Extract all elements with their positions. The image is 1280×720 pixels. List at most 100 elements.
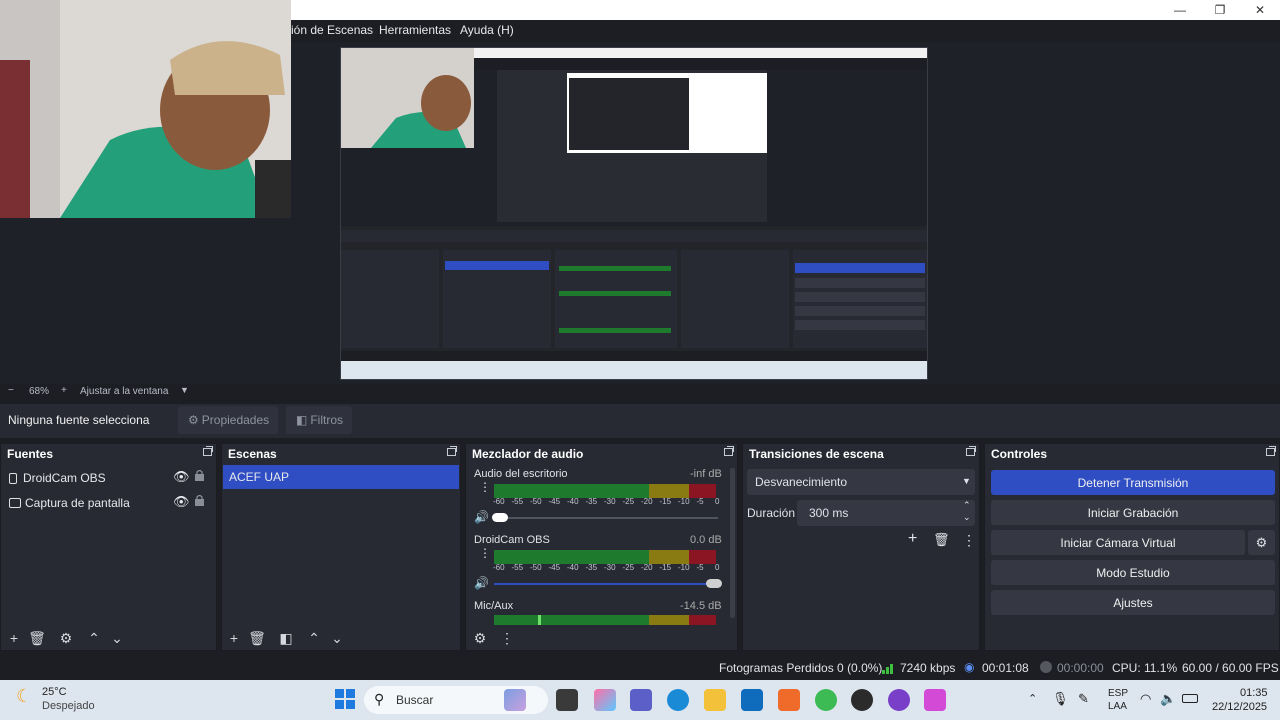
transitions-dock: Transiciones de escena Desvanecimiento ▼… xyxy=(742,443,980,651)
undock-icon[interactable] xyxy=(1266,446,1276,456)
source-item-screen-capture[interactable]: Captura de pantalla 👁 xyxy=(5,491,213,515)
speaker-icon[interactable]: 🔊 xyxy=(474,576,489,590)
copilot-icon[interactable] xyxy=(594,689,616,711)
db-scale-label: -20 xyxy=(641,497,653,506)
stop-streaming-button[interactable]: Detener Transmisión xyxy=(991,470,1275,495)
language-bottom[interactable]: LAA xyxy=(1108,701,1127,712)
volume-handle[interactable] xyxy=(706,579,722,588)
obs-icon[interactable] xyxy=(851,689,873,711)
volume-slider[interactable] xyxy=(494,579,722,588)
properties-button[interactable]: ⚙ Propiedades xyxy=(178,406,278,434)
mixer-menu-icon[interactable]: ⋮ xyxy=(499,630,515,646)
channel-menu-icon[interactable]: ⋮ xyxy=(479,547,491,559)
virtual-camera-settings-gear-icon[interactable]: ⚙ xyxy=(1248,530,1275,555)
controls-dock: Controles Detener Transmisión Iniciar Gr… xyxy=(984,443,1280,651)
microphone-icon[interactable]: 🎙 xyxy=(1052,691,1069,707)
chevron-down-icon[interactable]: ▼ xyxy=(180,385,189,395)
scene-filters-button[interactable]: ◧ xyxy=(278,630,294,646)
teams-icon[interactable] xyxy=(630,689,652,711)
app-icon[interactable] xyxy=(924,689,946,711)
language-top[interactable]: ESP xyxy=(1108,688,1128,699)
studio-mode-button[interactable]: Modo Estudio xyxy=(991,560,1275,585)
minimize-button[interactable]: — xyxy=(1160,0,1200,20)
duration-value: 300 ms xyxy=(809,506,849,520)
app-icon[interactable] xyxy=(888,689,910,711)
outlook-icon[interactable] xyxy=(741,689,763,711)
clock-date[interactable]: 22/12/2025 xyxy=(1212,701,1267,713)
filters-button[interactable]: ◧ Filtros xyxy=(286,406,352,434)
menu-tools[interactable]: Herramientas xyxy=(379,23,451,37)
channel-menu-icon[interactable]: ⋮ xyxy=(479,481,491,493)
channel-name: Audio del escritorio xyxy=(474,468,568,480)
undock-icon[interactable] xyxy=(966,446,976,456)
spin-up-icon[interactable]: ⌃ xyxy=(963,500,971,511)
lock-icon[interactable] xyxy=(195,469,204,481)
wifi-icon[interactable]: ◠ xyxy=(1140,691,1151,707)
edge-icon[interactable] xyxy=(667,689,689,711)
level-meter xyxy=(494,615,716,625)
monitor-icon xyxy=(9,498,21,508)
transition-select[interactable]: Desvanecimiento ▼ xyxy=(747,469,975,495)
undock-icon[interactable] xyxy=(724,446,734,456)
file-explorer-icon[interactable] xyxy=(704,689,726,711)
add-transition-button[interactable]: + xyxy=(908,530,917,548)
zoom-out-button[interactable]: − xyxy=(8,385,14,396)
move-scene-up-button[interactable]: ⌃ xyxy=(306,630,322,646)
start-virtual-camera-button[interactable]: Iniciar Cámara Virtual xyxy=(991,530,1245,555)
close-button[interactable]: ✕ xyxy=(1240,0,1280,20)
spin-down-icon[interactable]: ⌄ xyxy=(963,512,971,523)
signal-bars-icon xyxy=(882,662,896,674)
duration-spinbox[interactable]: 300 ms ⌃ ⌄ xyxy=(797,500,975,526)
undock-icon[interactable] xyxy=(203,446,213,456)
start-recording-button[interactable]: Iniciar Grabación xyxy=(991,500,1275,525)
add-scene-button[interactable]: + xyxy=(226,630,242,646)
undock-icon[interactable] xyxy=(447,446,457,456)
app-icon[interactable] xyxy=(778,689,800,711)
add-source-button[interactable]: + xyxy=(6,630,22,646)
chevron-up-icon[interactable]: ⌃ xyxy=(1028,692,1037,705)
record-time: 00:00:00 xyxy=(1057,661,1104,675)
pen-icon[interactable]: ✎ xyxy=(1078,691,1089,707)
menu-help[interactable]: Ayuda (H) xyxy=(460,23,514,37)
scene-label: ACEF UAP xyxy=(229,470,290,484)
settings-button[interactable]: Ajustes xyxy=(991,590,1275,615)
source-label: Captura de pantalla xyxy=(25,496,130,510)
clock-time[interactable]: 01:35 xyxy=(1240,687,1268,699)
broadcast-icon: ◉ xyxy=(964,660,975,674)
speaker-icon[interactable]: 🔊 xyxy=(474,510,489,524)
advanced-audio-gear-icon[interactable]: ⚙ xyxy=(472,630,488,646)
move-source-down-button[interactable]: ⌄ xyxy=(109,630,125,646)
volume-icon[interactable]: 🔈 xyxy=(1160,691,1176,707)
chevron-down-icon: ▼ xyxy=(962,476,971,486)
scene-item[interactable]: ACEF UAP xyxy=(223,465,459,489)
source-item-droidcam[interactable]: DroidCam OBS 👁 xyxy=(5,466,213,490)
task-view-icon[interactable] xyxy=(556,689,578,711)
menu-scene-collection[interactable]: ión de Escenas xyxy=(291,23,373,37)
windows-start-icon[interactable] xyxy=(335,689,355,709)
zoom-in-button[interactable]: + xyxy=(61,385,67,396)
remove-source-button[interactable]: 🗑 xyxy=(28,630,46,646)
lock-icon[interactable] xyxy=(195,494,204,506)
mixer-scrollbar[interactable] xyxy=(730,468,735,618)
widgets-icon[interactable] xyxy=(504,689,526,711)
chrome-icon[interactable] xyxy=(815,689,837,711)
volume-handle[interactable] xyxy=(492,513,508,522)
move-source-up-button[interactable]: ⌃ xyxy=(86,630,102,646)
eye-icon[interactable]: 👁 xyxy=(173,494,190,510)
db-scale-label: -30 xyxy=(604,563,616,572)
move-scene-down-button[interactable]: ⌄ xyxy=(329,630,345,646)
search-placeholder: Buscar xyxy=(396,693,434,707)
channel-db: 0.0 dB xyxy=(690,534,722,546)
fps: 60.00 / 60.00 FPS xyxy=(1182,661,1279,675)
transition-menu-icon[interactable]: ⋮ xyxy=(962,532,976,549)
stream-time: 00:01:08 xyxy=(982,661,1029,675)
source-camera-icon xyxy=(9,472,17,484)
battery-icon[interactable] xyxy=(1182,694,1198,703)
remove-transition-button[interactable]: 🗑 xyxy=(933,532,950,548)
source-properties-button[interactable]: ⚙ xyxy=(58,630,74,646)
webcam-image xyxy=(0,0,291,218)
maximize-button[interactable]: ❐ xyxy=(1200,0,1240,20)
volume-slider[interactable] xyxy=(492,513,718,522)
remove-scene-button[interactable]: 🗑 xyxy=(248,630,266,646)
eye-icon[interactable]: 👁 xyxy=(173,469,190,485)
